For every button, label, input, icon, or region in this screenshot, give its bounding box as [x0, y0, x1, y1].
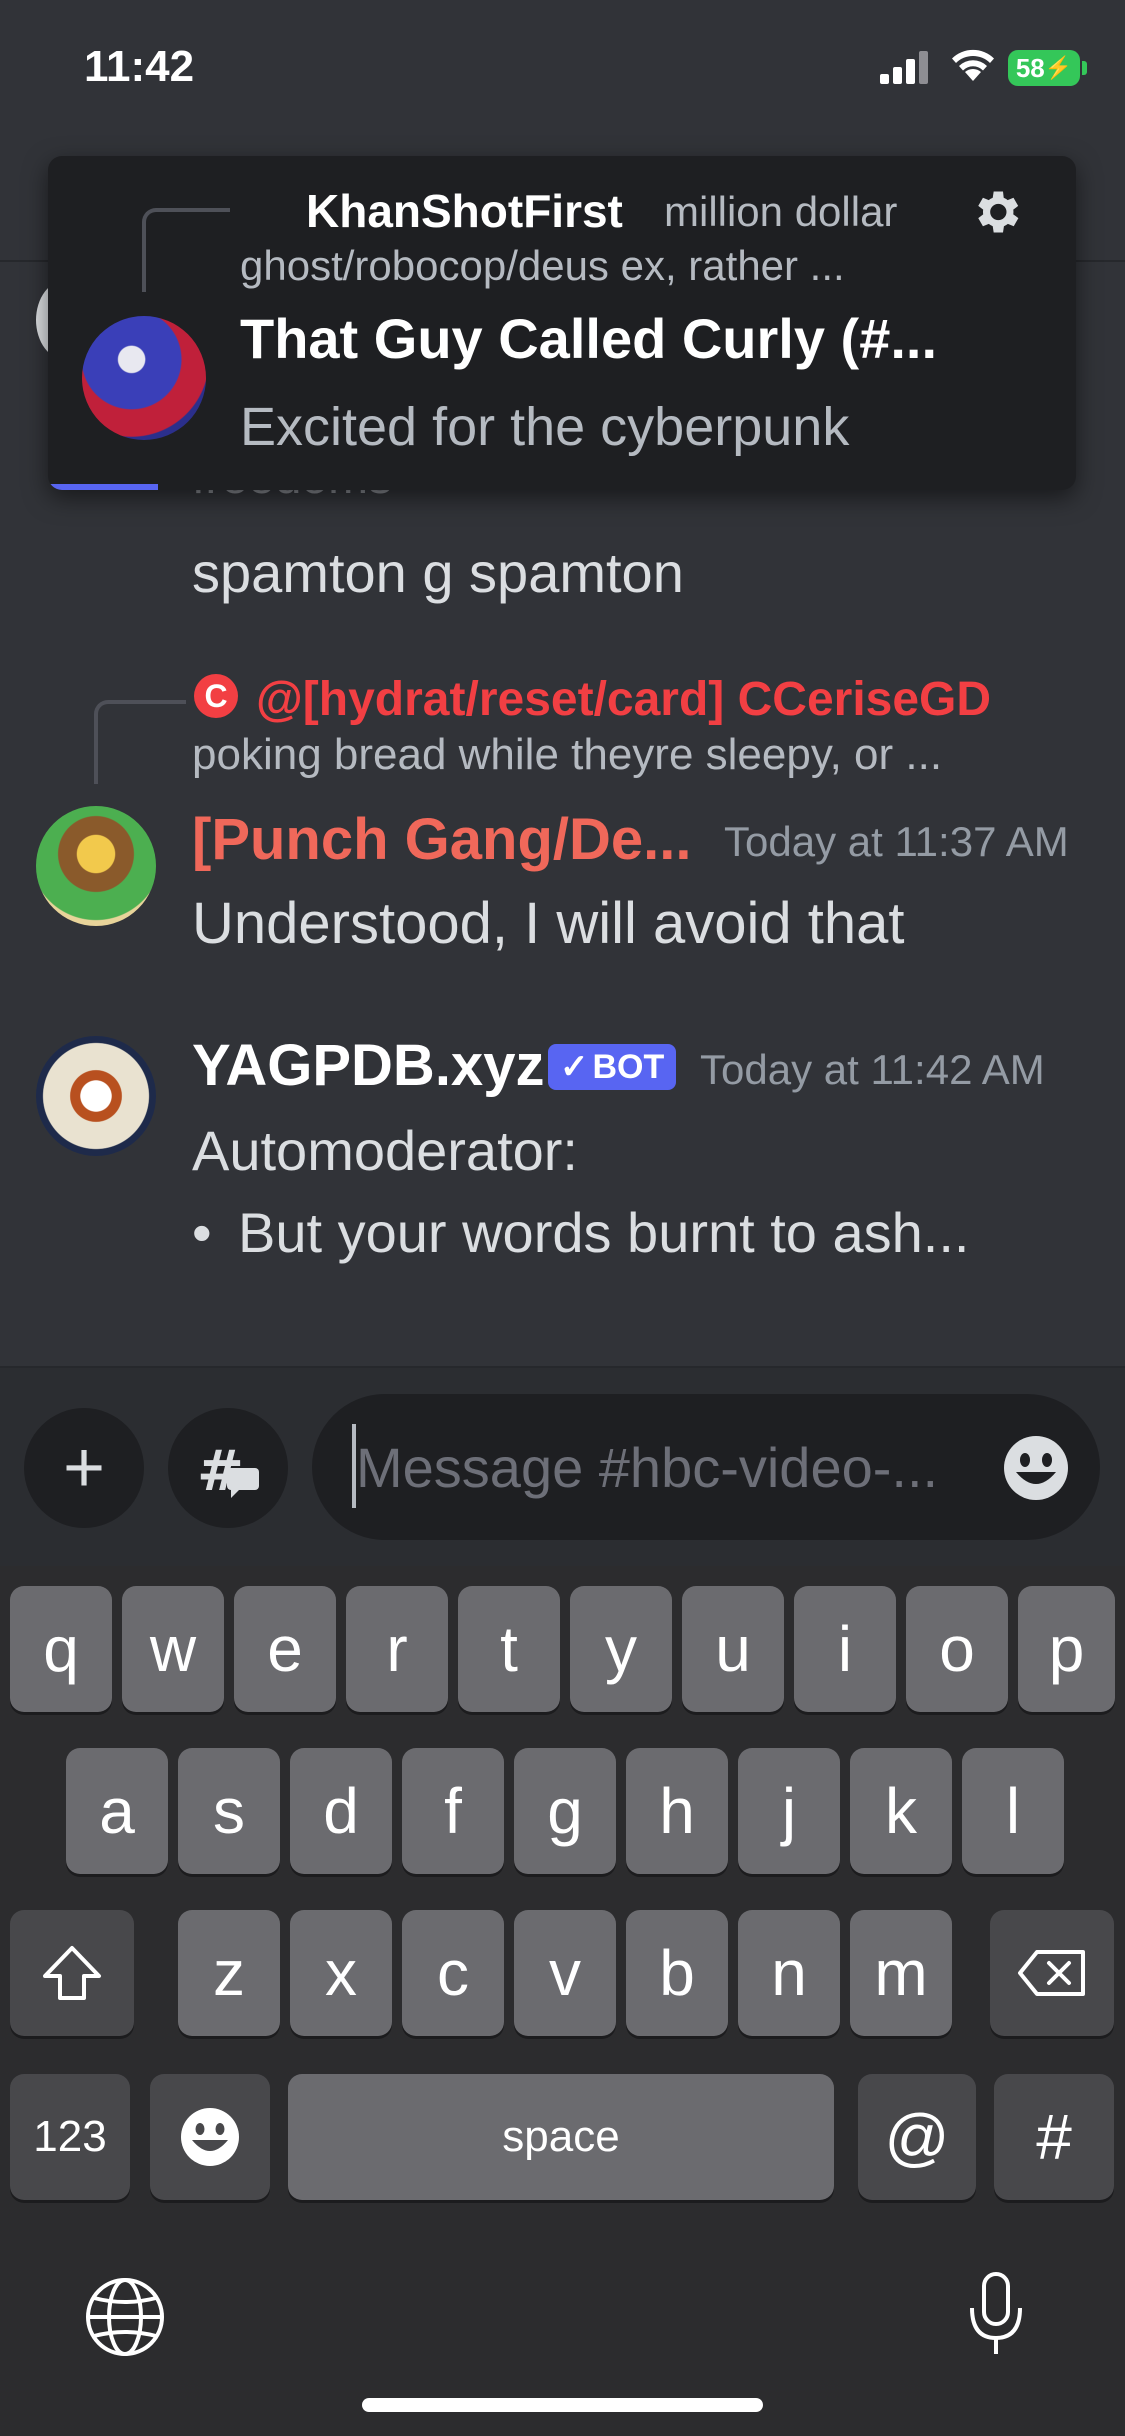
key-l[interactable]: l [962, 1748, 1064, 1874]
threads-button[interactable]: # [168, 1408, 288, 1528]
key-q[interactable]: q [10, 1586, 112, 1712]
emoji-icon[interactable] [1000, 1432, 1072, 1504]
reply-author[interactable]: @[hydrat/reset/card] CCeriseGD [256, 672, 991, 727]
key-u[interactable]: u [682, 1586, 784, 1712]
cellular-signal-icon [880, 51, 928, 84]
key-n[interactable]: n [738, 1910, 840, 2036]
key-a[interactable]: a [66, 1748, 168, 1874]
status-time: 11:42 [84, 42, 195, 91]
message-author[interactable]: YAGPDB.xyz [192, 1032, 544, 1099]
key-r[interactable]: r [346, 1586, 448, 1712]
bot-badge-label: BOT [592, 1047, 665, 1086]
notification-banner[interactable]: KhanShotFirst million dollar ghost/roboc… [48, 156, 1076, 490]
avatar[interactable] [36, 1036, 156, 1156]
message-text: Understood, I will avoid that [192, 891, 905, 956]
key-j[interactable]: j [738, 1748, 840, 1874]
avatar[interactable] [36, 806, 156, 926]
reply-connector [142, 208, 230, 292]
home-indicator[interactable] [362, 2398, 763, 2412]
notification-title: That Guy Called Curly (#... [240, 307, 938, 370]
notification-progress [48, 484, 158, 490]
message-timestamp: Today at 11:37 AM [724, 818, 1069, 865]
key-x[interactable]: x [290, 1910, 392, 2036]
key-p[interactable]: p [1018, 1586, 1115, 1712]
battery-level: 58 [1015, 52, 1045, 83]
notification-reply-author: KhanShotFirst [306, 185, 623, 237]
notification-body: Excited for the cyberpunk [240, 397, 850, 457]
bot-badge: ✓ BOT [548, 1044, 677, 1090]
shift-icon [43, 1946, 101, 2000]
key-i[interactable]: i [794, 1586, 896, 1712]
key-h[interactable]: h [626, 1748, 728, 1874]
gear-icon[interactable] [968, 184, 1024, 240]
space-key[interactable]: space [288, 2074, 834, 2200]
key-f[interactable]: f [402, 1748, 504, 1874]
threads-icon: # [197, 1439, 259, 1498]
reply-preview[interactable]: poking bread while theyre sleepy, or ... [192, 730, 1062, 780]
reply-connector [94, 700, 186, 784]
text-caret [352, 1424, 356, 1508]
message-text: But your words burnt to ash... [238, 1201, 970, 1264]
add-attachment-button[interactable]: + [24, 1408, 144, 1528]
avatar [82, 316, 206, 440]
key-s[interactable]: s [178, 1748, 280, 1874]
key-y[interactable]: y [570, 1586, 672, 1712]
shift-key[interactable] [10, 1910, 134, 2036]
notification-reply-text: million dollar [664, 188, 898, 235]
message-author[interactable]: [Punch Gang/De... [192, 806, 692, 873]
status-bar: 11:42 58 ⚡ [0, 0, 1125, 140]
at-key[interactable]: @ [858, 2074, 976, 2200]
numbers-key[interactable]: 123 [10, 2074, 130, 2200]
key-c[interactable]: c [402, 1910, 504, 2036]
key-m[interactable]: m [850, 1910, 952, 2036]
key-z[interactable]: z [178, 1910, 280, 2036]
key-d[interactable]: d [290, 1748, 392, 1874]
bullet: • [192, 1201, 212, 1264]
hash-key[interactable]: # [994, 2074, 1114, 2200]
key-o[interactable]: o [906, 1586, 1008, 1712]
battery-nub [1082, 61, 1087, 75]
emoji-icon [181, 2108, 239, 2166]
charging-bolt-icon: ⚡ [1044, 55, 1073, 80]
message-timestamp: Today at 11:42 AM [700, 1046, 1045, 1093]
key-g[interactable]: g [514, 1748, 616, 1874]
key-e[interactable]: e [234, 1586, 336, 1712]
microphone-icon[interactable] [964, 2270, 1028, 2358]
message-text: spamton g spamton [192, 541, 684, 604]
key-t[interactable]: t [458, 1586, 560, 1712]
delete-key[interactable] [990, 1910, 1114, 2036]
wifi-icon [952, 49, 994, 81]
key-k[interactable]: k [850, 1748, 952, 1874]
notification-reply-text: ghost/robocop/deus ex, rather ... [240, 242, 845, 289]
reply-avatar-icon: C [194, 674, 238, 718]
globe-icon[interactable] [84, 2276, 166, 2358]
checkmark-icon: ✓ [560, 1048, 589, 1086]
message-input[interactable] [312, 1394, 1100, 1540]
emoji-key[interactable] [150, 2074, 270, 2200]
backspace-icon [1018, 1950, 1085, 1996]
key-v[interactable]: v [514, 1910, 616, 2036]
key-b[interactable]: b [626, 1910, 728, 2036]
message-text: Automoderator: [192, 1119, 578, 1182]
battery-indicator: 58 ⚡ [1008, 50, 1080, 86]
key-w[interactable]: w [122, 1586, 224, 1712]
